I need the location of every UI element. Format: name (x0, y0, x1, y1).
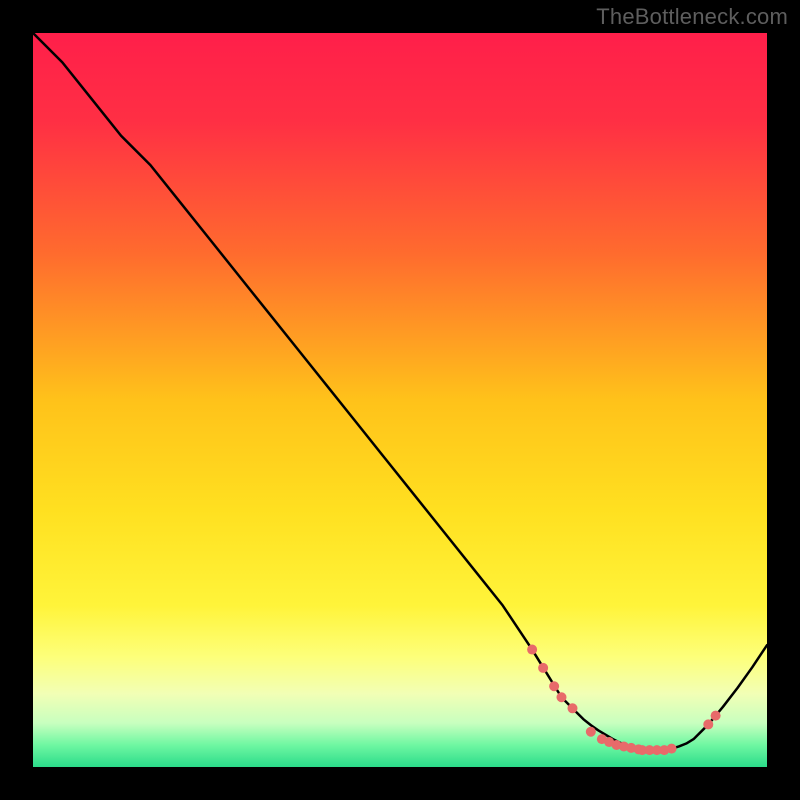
chart-container: TheBottleneck.com (0, 0, 800, 800)
marker-point (703, 719, 713, 729)
marker-point (586, 727, 596, 737)
chart-svg (33, 33, 767, 767)
marker-point (667, 744, 677, 754)
marker-point (567, 703, 577, 713)
watermark-text: TheBottleneck.com (596, 4, 788, 30)
marker-point (711, 711, 721, 721)
marker-point (556, 692, 566, 702)
background-gradient (33, 33, 767, 767)
marker-point (538, 663, 548, 673)
marker-point (527, 645, 537, 655)
marker-point (549, 681, 559, 691)
plot-area (33, 33, 767, 767)
